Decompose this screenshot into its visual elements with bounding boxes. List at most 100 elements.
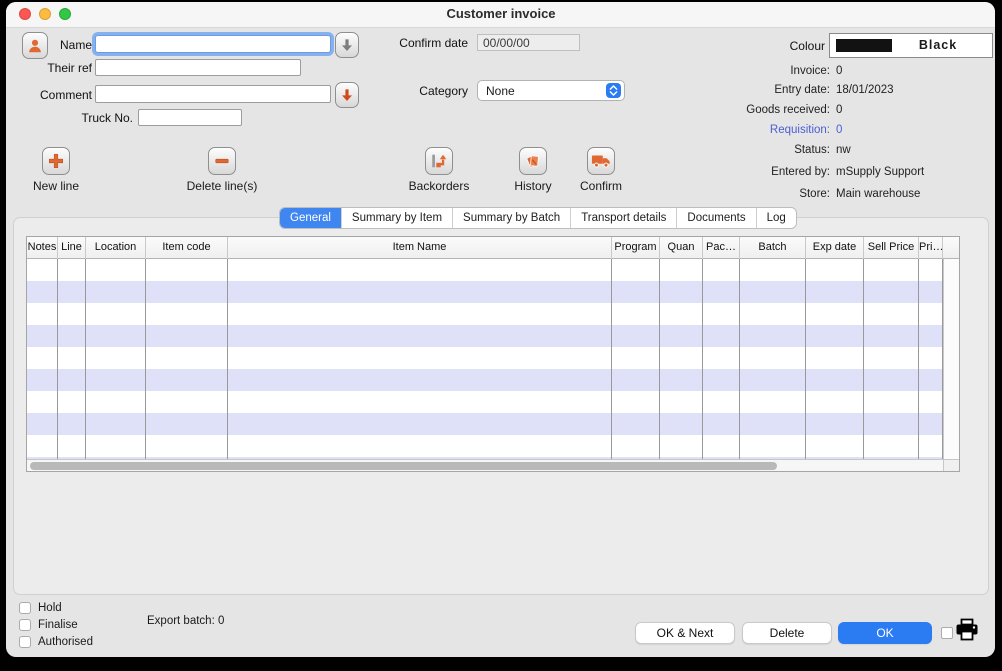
- authorised-checkbox[interactable]: [19, 636, 31, 648]
- finalise-checkbox[interactable]: [19, 619, 31, 631]
- column-header-item-code[interactable]: Item code: [146, 237, 228, 259]
- truck-no-label: Truck No.: [60, 111, 133, 125]
- table-cell: [146, 259, 228, 281]
- title-bar: Customer invoice: [6, 2, 995, 28]
- column-header-notes[interactable]: Notes: [27, 237, 58, 259]
- name-label: Name: [40, 38, 92, 52]
- column-header-exp-date[interactable]: Exp date: [806, 237, 864, 259]
- requisition-link[interactable]: 0: [836, 124, 995, 136]
- table-row[interactable]: [27, 281, 943, 303]
- table-cell: [806, 347, 864, 369]
- table-cell: [146, 435, 228, 457]
- table-cell: [86, 281, 146, 303]
- table-cell: [58, 281, 86, 303]
- table-cell: [703, 435, 740, 457]
- table-row[interactable]: [27, 347, 943, 369]
- truck-no-input[interactable]: [138, 109, 242, 126]
- entry-date-value: 18/01/2023: [836, 84, 995, 96]
- colour-button[interactable]: Black: [829, 33, 993, 58]
- horizontal-scrollbar[interactable]: [27, 459, 943, 471]
- requisition-label: Requisition:: [680, 124, 830, 136]
- their-ref-input[interactable]: [95, 59, 301, 76]
- confirm-button[interactable]: [587, 147, 615, 175]
- tab-log[interactable]: Log: [757, 208, 796, 228]
- table-cell: [703, 347, 740, 369]
- table-cell: [660, 281, 703, 303]
- column-header-quan[interactable]: Quan: [660, 237, 703, 259]
- tab-summary-by-item[interactable]: Summary by Item: [342, 208, 453, 228]
- column-header-batch[interactable]: Batch: [740, 237, 806, 259]
- table-header: NotesLineLocationItem codeItem NameProgr…: [27, 237, 959, 259]
- delete-button[interactable]: Delete: [742, 622, 832, 644]
- column-header-program[interactable]: Program: [612, 237, 660, 259]
- column-header-location[interactable]: Location: [86, 237, 146, 259]
- truck-icon: [591, 153, 611, 169]
- tab-summary-by-batch[interactable]: Summary by Batch: [453, 208, 571, 228]
- table-row[interactable]: [27, 259, 943, 281]
- vertical-scrollbar[interactable]: [943, 259, 959, 459]
- invoice-number-value: 0: [836, 65, 995, 77]
- column-header-sell-price[interactable]: Sell Price: [864, 237, 919, 259]
- goods-received-value: 0: [836, 104, 995, 116]
- print-checkbox[interactable]: [941, 627, 953, 639]
- table-cell: [703, 369, 740, 391]
- colour-name: Black: [892, 38, 984, 52]
- column-header-pri[interactable]: Pri…: [919, 237, 943, 259]
- name-input[interactable]: [95, 35, 331, 53]
- table-cell: [58, 391, 86, 413]
- table-cell: [703, 391, 740, 413]
- table-cell: [27, 325, 58, 347]
- table-row[interactable]: [27, 413, 943, 435]
- tab-transport-details[interactable]: Transport details: [571, 208, 677, 228]
- table-cell: [612, 325, 660, 347]
- ok-button[interactable]: OK: [838, 622, 932, 644]
- colour-swatch: [836, 39, 892, 52]
- table-cell: [612, 281, 660, 303]
- hold-label: Hold: [38, 602, 62, 615]
- column-header-item-name[interactable]: Item Name: [228, 237, 612, 259]
- comment-expand-button[interactable]: [335, 82, 359, 108]
- tab-general[interactable]: General: [280, 208, 342, 228]
- print-button[interactable]: [955, 618, 979, 641]
- column-header-line[interactable]: Line: [58, 237, 86, 259]
- new-line-button[interactable]: [42, 147, 70, 175]
- backorders-button[interactable]: [425, 147, 453, 175]
- delete-lines-button[interactable]: [208, 147, 236, 175]
- comment-input[interactable]: [95, 85, 331, 103]
- table-cell: [806, 391, 864, 413]
- table-cell: [919, 435, 943, 457]
- red-down-arrow-icon: [339, 87, 355, 103]
- status-value: nw: [836, 144, 995, 156]
- history-button[interactable]: [519, 147, 547, 175]
- column-header-pac[interactable]: Pac…: [703, 237, 740, 259]
- table-cell: [919, 347, 943, 369]
- category-label: Category: [400, 84, 468, 98]
- authorised-label: Authorised: [38, 636, 93, 649]
- popup-stepper-icon: [606, 83, 621, 98]
- horizontal-scrollbar-thumb[interactable]: [30, 462, 777, 470]
- scrollbar-corner: [943, 459, 959, 471]
- table-row[interactable]: [27, 369, 943, 391]
- name-list-button[interactable]: [335, 32, 359, 58]
- table-cell: [86, 391, 146, 413]
- table-cell: [740, 413, 806, 435]
- table-row[interactable]: [27, 435, 943, 457]
- table-cell: [703, 325, 740, 347]
- table-row[interactable]: [27, 391, 943, 413]
- table-row[interactable]: [27, 303, 943, 325]
- category-select[interactable]: None: [477, 80, 625, 101]
- ok-next-button[interactable]: OK & Next: [635, 622, 735, 644]
- tab-documents[interactable]: Documents: [677, 208, 756, 228]
- table-cell: [27, 413, 58, 435]
- table-cell: [740, 281, 806, 303]
- table-row[interactable]: [27, 325, 943, 347]
- backorders-icon: [430, 152, 448, 170]
- export-batch-label: Export batch: 0: [147, 615, 224, 628]
- table-cell: [919, 259, 943, 281]
- table-cell: [919, 303, 943, 325]
- entered-by-label: Entered by:: [680, 166, 830, 178]
- table-cell: [660, 435, 703, 457]
- hold-checkbox[interactable]: [19, 602, 31, 614]
- table-cell: [27, 303, 58, 325]
- table-cell: [806, 259, 864, 281]
